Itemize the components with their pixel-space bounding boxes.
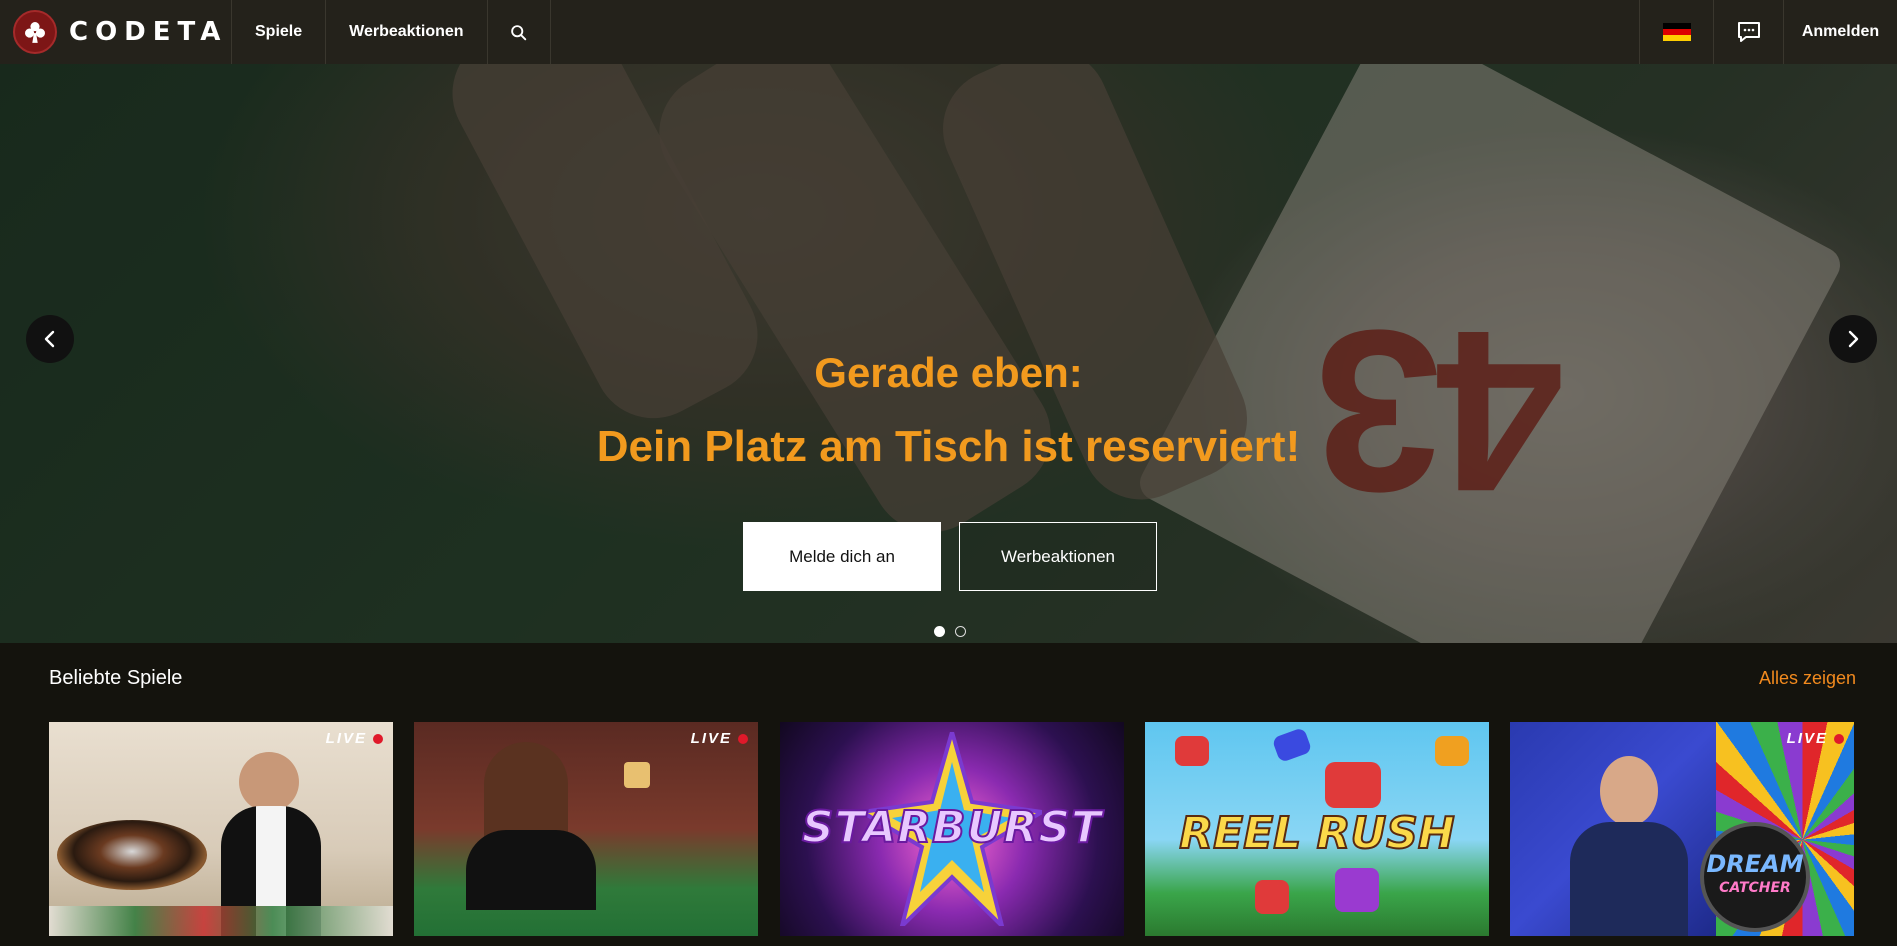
carousel-prev-button[interactable] xyxy=(26,315,74,363)
nav-promotions[interactable]: Werbeaktionen xyxy=(326,0,488,64)
dealer-image xyxy=(239,752,299,812)
german-flag-icon xyxy=(1662,23,1691,41)
hero-carousel: 43 Gerade eben: Dein Platz am Tisch ist … xyxy=(0,64,1897,643)
dream-catcher-title-line2: CATCHER xyxy=(1719,880,1791,896)
game-tile-starburst[interactable]: STARBURST xyxy=(780,722,1124,936)
chevron-left-icon xyxy=(44,330,55,348)
fruit-image xyxy=(1175,736,1209,766)
promotions-button[interactable]: Werbeaktionen xyxy=(959,522,1157,591)
nav-games[interactable]: Spiele xyxy=(232,0,327,64)
carousel-next-button[interactable] xyxy=(1829,315,1877,363)
hero-title-line1: Gerade eben: xyxy=(814,349,1083,396)
search-button[interactable] xyxy=(488,0,551,64)
fruit-image xyxy=(1325,762,1381,808)
carousel-dot-2[interactable] xyxy=(955,626,966,637)
carousel-dot-1[interactable] xyxy=(934,626,945,637)
brand-logo[interactable]: CODETA xyxy=(0,0,232,64)
game-tile-reel-rush[interactable]: REEL RUSH xyxy=(1145,722,1489,936)
live-badge-label: LIVE xyxy=(690,730,732,747)
host-image xyxy=(1570,822,1688,936)
top-navigation: CODETA Spiele Werbeaktionen Anmelden xyxy=(0,0,1897,64)
live-indicator-icon xyxy=(1834,733,1844,744)
login-button[interactable]: Anmelden xyxy=(1783,0,1897,64)
chat-button[interactable] xyxy=(1713,0,1783,64)
fruit-image xyxy=(1335,868,1379,912)
club-icon xyxy=(13,10,57,54)
game-tile-live-roulette[interactable]: LIVE xyxy=(49,722,393,936)
roulette-table-image xyxy=(49,906,393,936)
host-image xyxy=(1600,756,1658,826)
dream-catcher-title-line1: DREAM xyxy=(1706,850,1804,878)
live-badge: LIVE xyxy=(326,730,383,747)
live-indicator-icon xyxy=(738,733,748,744)
carousel-dots xyxy=(934,626,966,637)
fruit-image xyxy=(1271,726,1313,764)
dealer-image xyxy=(466,830,596,910)
roulette-wheel-image xyxy=(57,820,207,890)
live-badge: LIVE xyxy=(1787,730,1844,747)
see-all-link[interactable]: Alles zeigen xyxy=(1759,668,1856,689)
brand-name: CODETA xyxy=(69,17,228,47)
live-indicator-icon xyxy=(373,733,383,744)
live-badge-label: LIVE xyxy=(1786,730,1828,747)
fruit-image xyxy=(1435,736,1469,766)
reel-rush-title: REEL RUSH xyxy=(1178,807,1455,860)
register-button[interactable]: Melde dich an xyxy=(743,522,941,591)
live-badge-label: LIVE xyxy=(325,730,367,747)
starburst-title: STARBURST xyxy=(801,801,1103,854)
language-selector[interactable] xyxy=(1639,0,1713,64)
popular-games-title: Beliebte Spiele xyxy=(49,667,183,689)
chat-icon xyxy=(1737,22,1760,42)
live-badge: LIVE xyxy=(691,730,748,747)
game-tile-dream-catcher[interactable]: DREAM CATCHER LIVE xyxy=(1510,722,1854,936)
fruit-image xyxy=(1255,880,1289,914)
hero-title-line2: Dein Platz am Tisch ist reserviert! xyxy=(596,422,1301,471)
lamp-image xyxy=(624,762,650,788)
game-tile-live-blackjack[interactable]: LIVE xyxy=(414,722,758,936)
search-icon xyxy=(511,24,527,40)
chevron-right-icon xyxy=(1848,330,1859,348)
